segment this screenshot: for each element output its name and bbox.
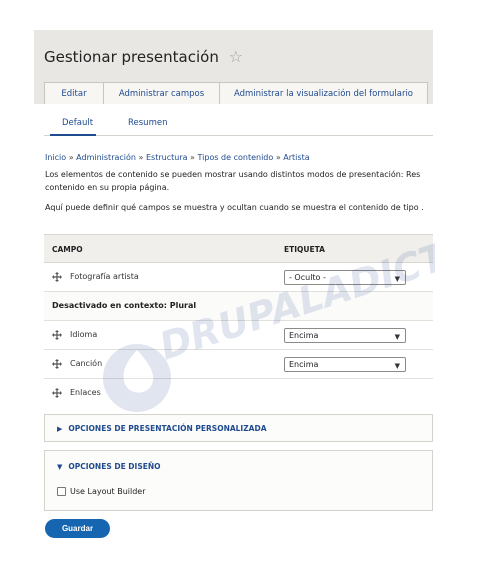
description-line: Los elementos de contenido se pueden mos… bbox=[45, 170, 421, 179]
label-select[interactable]: - Oculto - ▼ bbox=[284, 270, 406, 285]
checkbox-label[interactable]: Use Layout Builder bbox=[70, 487, 146, 496]
caret-right-icon: ▶ bbox=[57, 425, 63, 433]
tab-editar[interactable]: Editar bbox=[44, 82, 104, 104]
breadcrumb-link[interactable]: Artista bbox=[283, 153, 309, 162]
select-value: Encima bbox=[289, 331, 319, 340]
tab-label: Administrar campos bbox=[118, 88, 205, 99]
column-header-etiqueta: ETIQUETA bbox=[284, 245, 325, 254]
use-layout-builder-option: Use Layout Builder bbox=[57, 487, 146, 496]
drag-handle-icon[interactable] bbox=[52, 388, 62, 398]
page: Gestionar presentación ☆ Editar Administ… bbox=[0, 0, 479, 571]
breadcrumb-separator: » bbox=[138, 153, 144, 162]
page-title-text: Gestionar presentación bbox=[44, 48, 219, 66]
table-row: Idioma Encima ▼ bbox=[44, 321, 433, 350]
dropdown-arrow-icon: ▼ bbox=[394, 275, 400, 283]
description-line: Aquí puede definir qué campos se muestra… bbox=[45, 203, 424, 212]
table-row: Canción Encima ▼ bbox=[44, 350, 433, 379]
caret-down-icon: ▼ bbox=[57, 463, 63, 471]
table-region-row: Desactivado en contexto: Plural bbox=[44, 292, 433, 321]
region-title: Desactivado en contexto: Plural bbox=[52, 301, 197, 310]
breadcrumb: Inicio » Administración » Estructura » T… bbox=[45, 153, 310, 162]
details-summary-label: OPCIONES DE PRESENTACIÓN PERSONALIZADA bbox=[68, 424, 267, 433]
layout-options-summary[interactable]: ▼ OPCIONES DE DISEÑO bbox=[57, 462, 161, 471]
table-header: CAMPO ETIQUETA bbox=[44, 235, 433, 263]
fields-table: CAMPO ETIQUETA Fotografía artista - Ocul… bbox=[44, 234, 433, 408]
primary-tabs: Editar Administrar campos Administrar la… bbox=[44, 82, 428, 104]
table-row: Enlaces bbox=[44, 379, 433, 408]
tab-administrar-campos[interactable]: Administrar campos bbox=[104, 82, 220, 104]
breadcrumb-link[interactable]: Inicio bbox=[45, 153, 66, 162]
breadcrumb-separator: » bbox=[190, 153, 195, 162]
page-title: Gestionar presentación ☆ bbox=[44, 47, 243, 66]
tab-label: Editar bbox=[61, 88, 87, 99]
field-name: Enlaces bbox=[70, 388, 101, 397]
tab-label: Administrar la visualización del formula… bbox=[233, 88, 414, 99]
select-value: - Oculto - bbox=[289, 273, 326, 282]
drag-handle-icon[interactable] bbox=[52, 359, 62, 369]
details-summary-label: OPCIONES DE DISEÑO bbox=[68, 462, 161, 471]
subtab-default[interactable]: Default bbox=[62, 118, 93, 128]
tab-administrar-formulario[interactable]: Administrar la visualización del formula… bbox=[220, 82, 428, 104]
select-value: Encima bbox=[289, 360, 319, 369]
custom-display-summary[interactable]: ▶ OPCIONES DE PRESENTACIÓN PERSONALIZADA bbox=[57, 424, 267, 433]
field-name: Idioma bbox=[70, 330, 98, 339]
breadcrumb-link[interactable]: Estructura bbox=[146, 153, 188, 162]
dropdown-arrow-icon: ▼ bbox=[394, 362, 400, 370]
description-line: contenido en su propia página. bbox=[45, 183, 170, 192]
label-select[interactable]: Encima ▼ bbox=[284, 357, 406, 372]
breadcrumb-link[interactable]: Tipos de contenido bbox=[198, 153, 274, 162]
column-header-campo: CAMPO bbox=[52, 245, 83, 254]
label-select[interactable]: Encima ▼ bbox=[284, 328, 406, 343]
page-header: Gestionar presentación ☆ Editar Administ… bbox=[34, 30, 433, 104]
subtab-resumen[interactable]: Resumen bbox=[128, 118, 167, 128]
dropdown-arrow-icon: ▼ bbox=[394, 333, 400, 341]
drag-handle-icon[interactable] bbox=[52, 330, 62, 340]
custom-display-details: ▶ OPCIONES DE PRESENTACIÓN PERSONALIZADA bbox=[44, 414, 433, 442]
star-outline-icon[interactable]: ☆ bbox=[229, 47, 243, 66]
field-name: Canción bbox=[70, 359, 103, 368]
breadcrumb-link[interactable]: Administración bbox=[76, 153, 136, 162]
use-layout-builder-checkbox[interactable] bbox=[57, 487, 66, 496]
layout-options-details: ▼ OPCIONES DE DISEÑO Use Layout Builder bbox=[44, 450, 433, 511]
drag-handle-icon[interactable] bbox=[52, 272, 62, 282]
secondary-tabs: Default Resumen bbox=[44, 114, 433, 136]
breadcrumb-separator: » bbox=[68, 153, 74, 162]
table-row: Fotografía artista - Oculto - ▼ bbox=[44, 263, 433, 292]
breadcrumb-separator: » bbox=[275, 153, 281, 162]
active-subtab-indicator bbox=[50, 134, 96, 136]
save-button[interactable]: Guardar bbox=[45, 519, 110, 538]
field-name: Fotografía artista bbox=[70, 272, 139, 281]
